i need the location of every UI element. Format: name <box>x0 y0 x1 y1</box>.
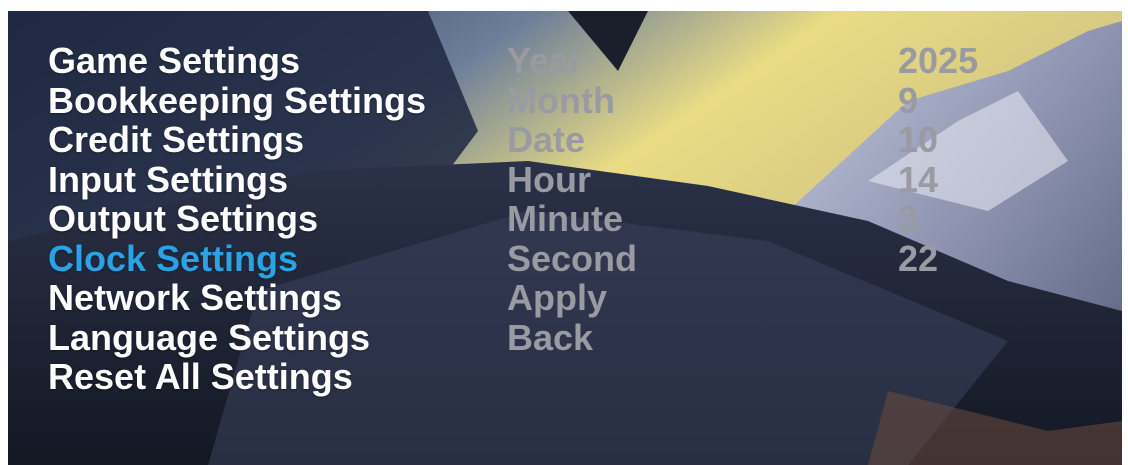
menu-item-output-settings[interactable]: Output Settings <box>48 199 498 239</box>
field-label-year[interactable]: Year <box>507 41 807 81</box>
field-label-date[interactable]: Date <box>507 120 807 160</box>
menu-item-reset-all-settings[interactable]: Reset All Settings <box>48 357 498 397</box>
year-value[interactable]: 2025 <box>898 41 1098 81</box>
settings-menu: Game Settings Bookkeeping Settings Credi… <box>48 41 498 397</box>
apply-button[interactable]: Apply <box>507 278 807 318</box>
menu-item-game-settings[interactable]: Game Settings <box>48 41 498 81</box>
menu-item-credit-settings[interactable]: Credit Settings <box>48 120 498 160</box>
second-value[interactable]: 22 <box>898 238 1098 279</box>
date-value[interactable]: 10 <box>898 120 1098 160</box>
menu-item-clock-settings[interactable]: Clock Settings <box>48 238 498 279</box>
clock-field-values: 2025 9 10 14 3 22 <box>898 41 1098 278</box>
back-button[interactable]: Back <box>507 317 807 358</box>
menu-item-network-settings[interactable]: Network Settings <box>48 278 498 318</box>
menu-item-language-settings[interactable]: Language Settings <box>48 317 498 358</box>
settings-screen: Game Settings Bookkeeping Settings Credi… <box>8 11 1122 465</box>
menu-item-input-settings[interactable]: Input Settings <box>48 159 498 200</box>
field-label-month[interactable]: Month <box>507 80 807 121</box>
field-label-minute[interactable]: Minute <box>507 199 807 239</box>
field-label-second[interactable]: Second <box>507 238 807 279</box>
field-label-hour[interactable]: Hour <box>507 159 807 200</box>
month-value[interactable]: 9 <box>898 80 1098 121</box>
minute-value[interactable]: 3 <box>898 199 1098 239</box>
menu-item-bookkeeping-settings[interactable]: Bookkeeping Settings <box>48 80 498 121</box>
clock-field-labels: Year Month Date Hour Minute Second Apply… <box>507 41 807 357</box>
hour-value[interactable]: 14 <box>898 159 1098 200</box>
